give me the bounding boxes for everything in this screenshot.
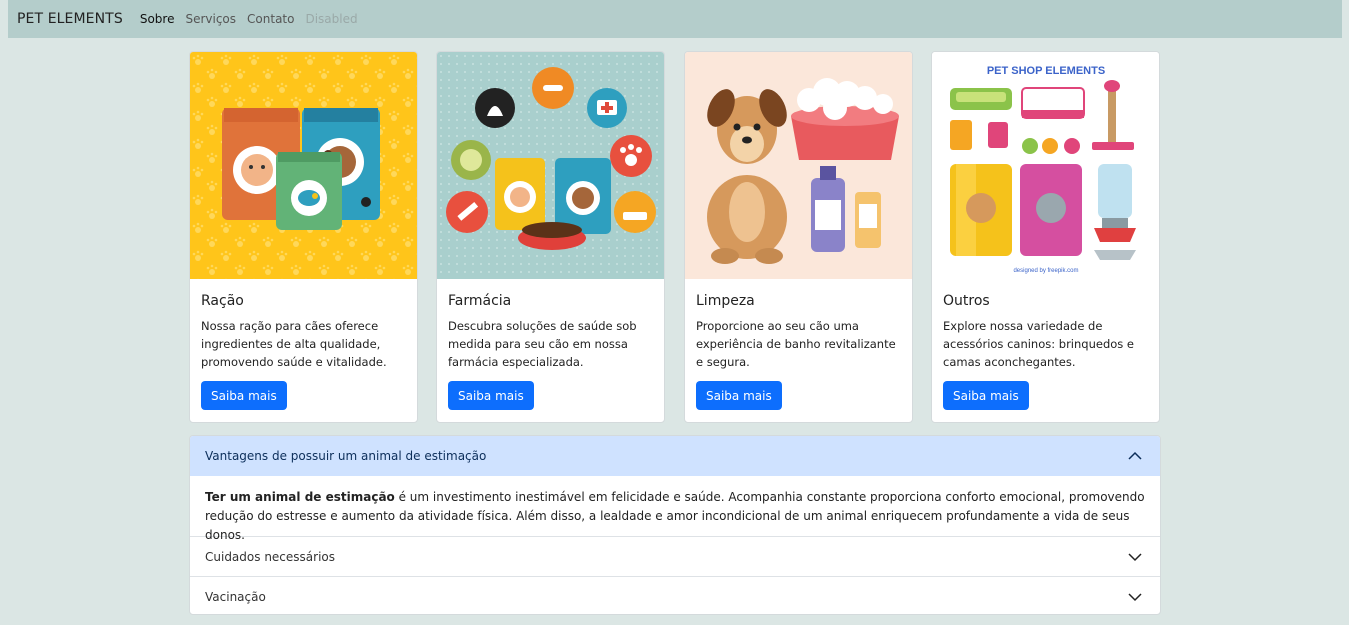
pet-food-bags-illustration	[190, 52, 417, 279]
accordion-header-label: Vantagens de possuir um animal de estima…	[205, 449, 487, 463]
card-title: Farmácia	[448, 293, 512, 309]
card-text: Explore nossa variedade de acessórios ca…	[943, 319, 1135, 369]
card-image-farmacia	[437, 52, 664, 279]
card-title: Outros	[943, 293, 990, 309]
saiba-mais-button-outros[interactable]: Saiba mais	[943, 381, 1029, 410]
card-image-outros: PET SHOP ELEMENTS designed by freepik.co…	[932, 52, 1159, 279]
card-body-outros: Outros Explore nossa variedade de acessó…	[943, 293, 1153, 410]
saiba-mais-button-limpeza[interactable]: Saiba mais	[696, 381, 782, 410]
card-title: Ração	[201, 293, 244, 309]
chevron-down-icon	[1128, 593, 1142, 602]
illustration-heading: PET SHOP ELEMENTS	[987, 65, 1105, 77]
accordion-item-vantagens: Vantagens de possuir um animal de estima…	[190, 436, 1160, 542]
card-text: Proporcione ao seu cão uma experiência d…	[696, 319, 896, 369]
accordion-header-label: Vacinação	[205, 590, 266, 604]
nav-link-contato[interactable]: Contato	[247, 12, 294, 26]
chevron-down-icon	[1128, 553, 1142, 562]
nav-link-servicos[interactable]: Serviços	[185, 12, 236, 26]
pet-shop-elements-illustration: PET SHOP ELEMENTS designed by freepik.co…	[932, 52, 1159, 279]
card-title: Limpeza	[696, 293, 755, 309]
card-image-limpeza	[685, 52, 912, 279]
card-text: Descubra soluções de saúde sob medida pa…	[448, 319, 637, 369]
accordion-header-cuidados[interactable]: Cuidados necessários	[190, 537, 1160, 577]
card-body-racao: Ração Nossa ração para cães oferece ingr…	[201, 293, 411, 410]
chevron-up-icon	[1128, 451, 1142, 460]
accordion-body-highlight: Ter um animal de estimação	[205, 490, 395, 504]
nav-link-sobre[interactable]: Sobre	[140, 12, 175, 26]
accordion-body-vantagens: Ter um animal de estimação é um investim…	[190, 476, 1160, 542]
card-outros: PET SHOP ELEMENTS designed by freepik.co…	[931, 51, 1160, 423]
saiba-mais-button-farmacia[interactable]: Saiba mais	[448, 381, 534, 410]
accordion: Vantagens de possuir um animal de estima…	[189, 435, 1161, 615]
illustration-credit: designed by freepik.com	[1013, 268, 1078, 274]
accordion-header-label: Cuidados necessários	[205, 549, 336, 564]
accordion-header-vacinacao[interactable]: Vacinação	[190, 577, 1160, 614]
pet-pharmacy-illustration	[437, 52, 664, 279]
card-farmacia: Farmácia Descubra soluções de saúde sob …	[436, 51, 665, 423]
dog-bath-illustration	[685, 52, 912, 279]
nav-link-disabled: Disabled	[305, 12, 358, 26]
card-grid: Ração Nossa ração para cães oferece ingr…	[189, 51, 1161, 423]
accordion-item-cuidados: Cuidados necessários	[190, 537, 1160, 577]
navbar: PET ELEMENTS Sobre Serviços Contato Disa…	[8, 0, 1342, 38]
card-text: Nossa ração para cães oferece ingredient…	[201, 319, 387, 369]
accordion-header-vantagens[interactable]: Vantagens de possuir um animal de estima…	[190, 436, 1160, 476]
card-body-limpeza: Limpeza Proporcione ao seu cão uma exper…	[696, 293, 906, 410]
card-image-racao	[190, 52, 417, 279]
card-limpeza: Limpeza Proporcione ao seu cão uma exper…	[684, 51, 913, 423]
card-racao: Ração Nossa ração para cães oferece ingr…	[189, 51, 418, 423]
brand-logo[interactable]: PET ELEMENTS	[17, 11, 123, 27]
accordion-item-vacinacao: Vacinação	[190, 577, 1160, 614]
card-body-farmacia: Farmácia Descubra soluções de saúde sob …	[448, 293, 658, 410]
saiba-mais-button-racao[interactable]: Saiba mais	[201, 381, 287, 410]
